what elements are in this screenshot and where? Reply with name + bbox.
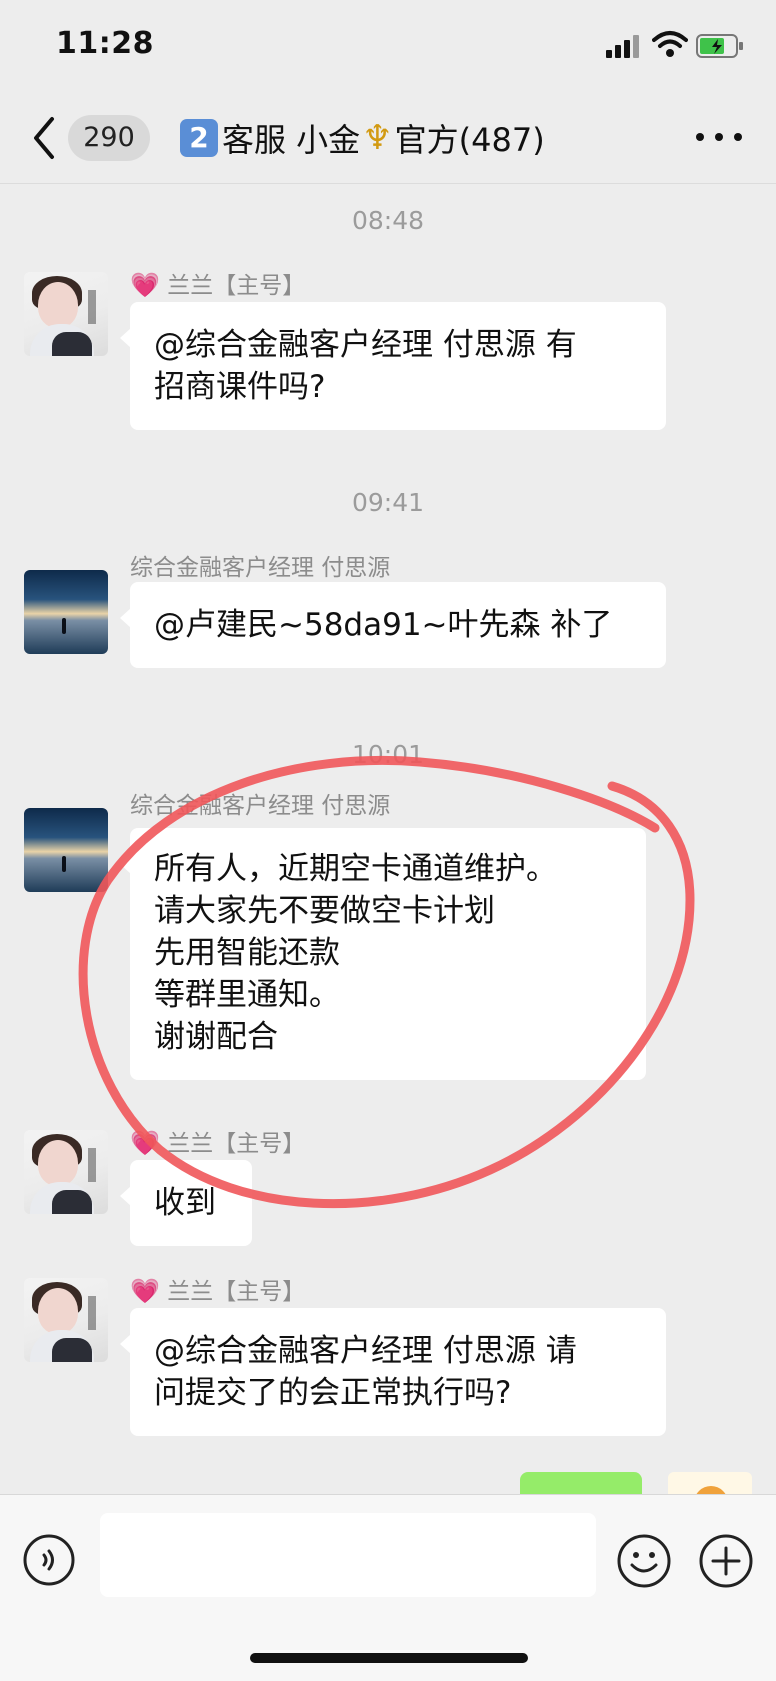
message-line: 收到: [154, 1185, 216, 1221]
message-line: 请大家先不要做空卡计划: [154, 893, 495, 929]
group-number-badge: 2: [180, 119, 218, 157]
message-line: 招商课件吗?: [154, 369, 326, 405]
sender-name: 💗 兰兰【主号】: [130, 271, 306, 299]
message-list[interactable]: 08:48 💗 兰兰【主号】 @综合金融客户经理 付思源 有 招商课件吗? 09…: [0, 184, 776, 1494]
message-line: 等群里通知。: [154, 977, 340, 1013]
message-line: 问提交了的会正常执行吗?: [154, 1375, 512, 1411]
heart-icon: 💗: [130, 1129, 160, 1157]
message-line: @卢建民~58da91~叶先森 补了: [154, 607, 613, 643]
voice-icon[interactable]: [22, 1533, 76, 1587]
status-time: 11:28: [56, 26, 154, 61]
message-bubble[interactable]: 所有人，近期空卡通道维护。 请大家先不要做空卡计划 先用智能还款 等群里通知。 …: [120, 828, 646, 1080]
message-line: @综合金融客户经理 付思源 有: [154, 327, 577, 363]
battery-icon: [696, 34, 743, 58]
plus-icon[interactable]: [698, 1533, 754, 1589]
avatar[interactable]: [24, 1278, 108, 1362]
chevron-left-icon[interactable]: [28, 113, 60, 163]
message-timestamp: 10:01: [351, 740, 425, 769]
more-dots-icon[interactable]: [696, 133, 742, 143]
chat-header: 290 2 客服 小金 ♆ 官方(487): [0, 95, 776, 184]
emoji-icon[interactable]: [616, 1533, 672, 1589]
message-input[interactable]: [100, 1513, 596, 1597]
avatar[interactable]: [24, 272, 108, 356]
cellular-signal-icon: [606, 34, 642, 58]
avatar[interactable]: [24, 1130, 108, 1214]
sender-name: 综合金融客户经理 付思源: [130, 793, 391, 819]
sender-name: 💗 兰兰【主号】: [130, 1277, 306, 1305]
own-avatar[interactable]: [668, 1472, 752, 1494]
heart-icon: 💗: [130, 271, 160, 299]
trident-icon: ♆: [362, 118, 393, 158]
message-bubble[interactable]: 收到: [120, 1160, 252, 1246]
wifi-icon: [652, 31, 688, 57]
status-bar: 11:28: [0, 0, 776, 95]
message-line: 先用智能还款: [154, 935, 340, 971]
message-bubble[interactable]: @综合金融客户经理 付思源 有 招商课件吗?: [120, 302, 666, 430]
input-bar: [0, 1494, 776, 1681]
avatar[interactable]: [24, 808, 108, 892]
message-timestamp: 08:48: [351, 206, 425, 235]
message-bubble[interactable]: @综合金融客户经理 付思源 请 问提交了的会正常执行吗?: [120, 1308, 666, 1436]
message-line: 所有人，近期空卡通道维护。: [154, 851, 557, 887]
sender-name: 综合金融客户经理 付思源: [130, 555, 391, 581]
message-line: 谢谢配合: [154, 1019, 278, 1055]
unread-count-badge[interactable]: 290: [68, 115, 150, 161]
own-message-bubble[interactable]: [520, 1472, 642, 1494]
heart-icon: 💗: [130, 1277, 160, 1305]
message-bubble[interactable]: @卢建民~58da91~叶先森 补了: [120, 582, 666, 668]
chat-title-prefix: 客服 小金: [222, 121, 361, 159]
chat-title-suffix: 官方(487): [394, 121, 545, 159]
home-indicator[interactable]: [250, 1653, 528, 1663]
chat-title[interactable]: 2 客服 小金 ♆ 官方(487): [180, 115, 545, 161]
avatar[interactable]: [24, 570, 108, 654]
message-timestamp: 09:41: [351, 488, 425, 517]
message-line: @综合金融客户经理 付思源 请: [154, 1333, 577, 1369]
sender-name: 💗 兰兰【主号】: [130, 1129, 306, 1157]
